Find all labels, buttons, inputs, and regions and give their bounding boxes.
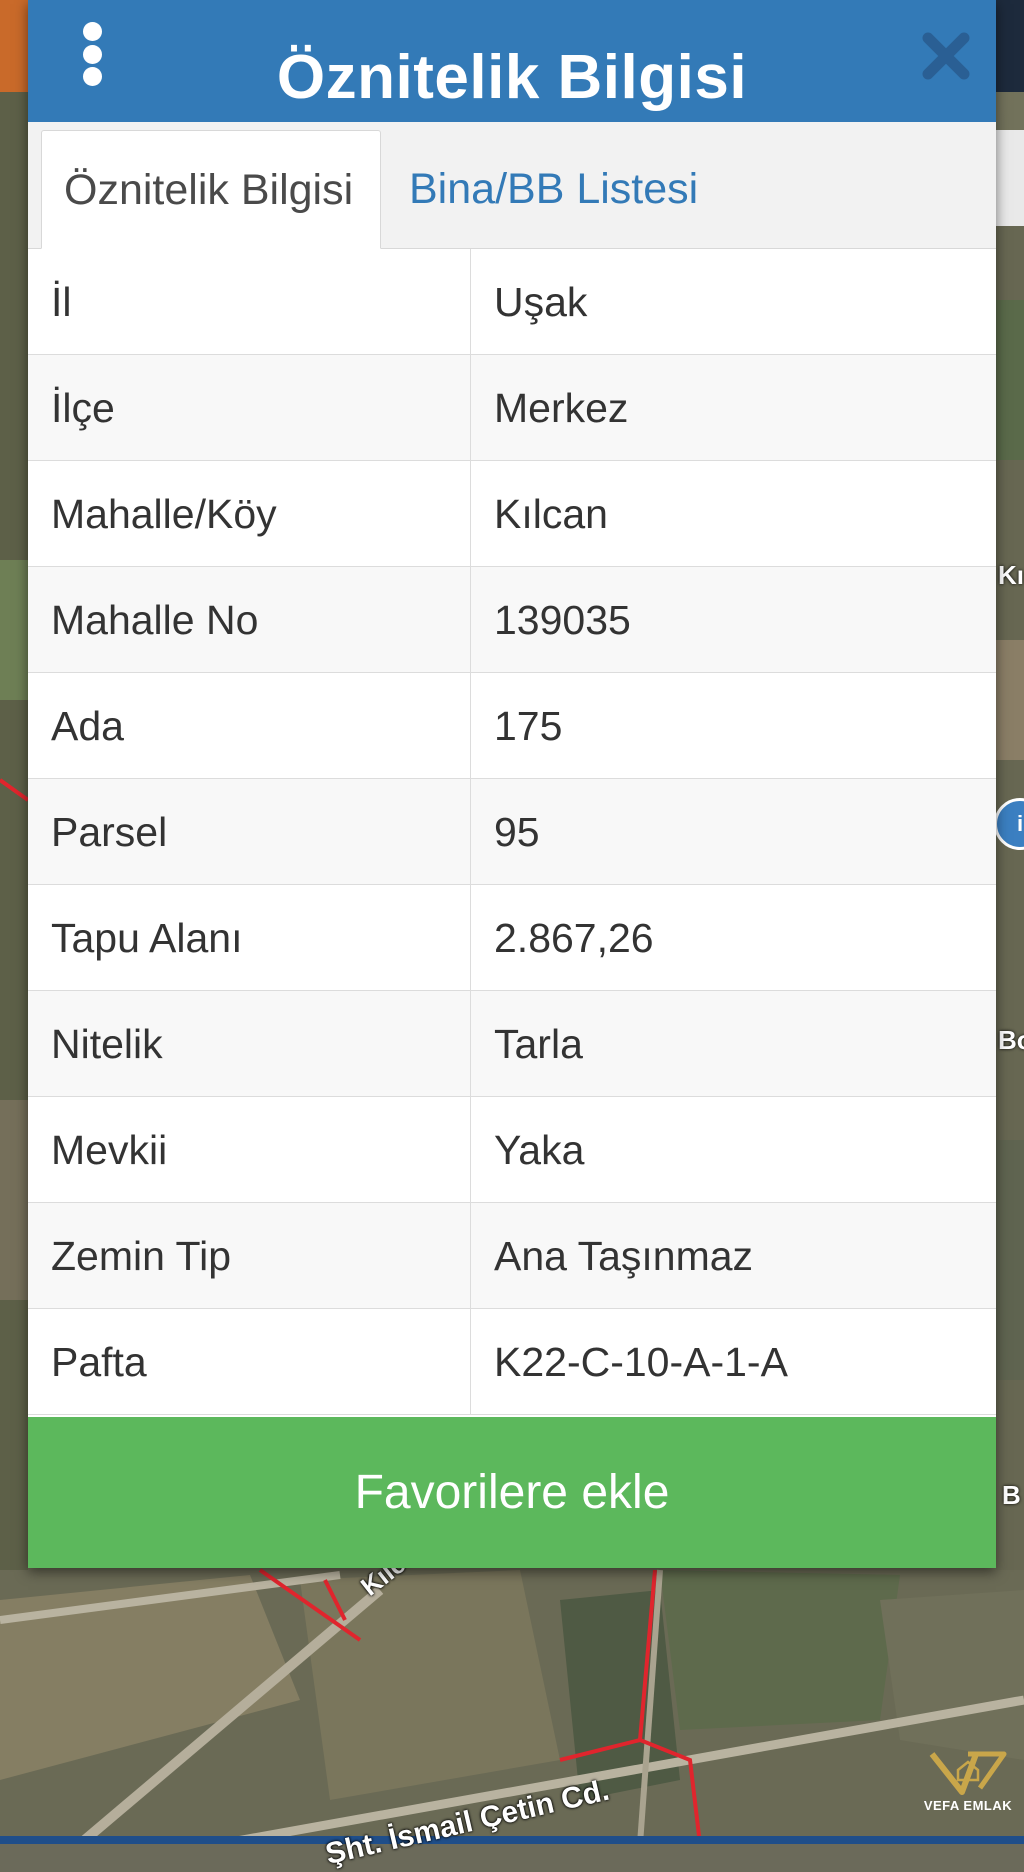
close-icon[interactable] [920,30,972,82]
table-row: Mahalle/Köy Kılcan [28,461,996,567]
row-label: Mahalle No [28,567,471,672]
table-row: Mevkii Yaka [28,1097,996,1203]
map-place-label: B [1002,1480,1021,1510]
vefa-emlak-watermark: VEFA EMLAK [918,1748,1018,1838]
row-label: Zemin Tip [28,1203,471,1308]
row-value: Ana Taşınmaz [494,1233,754,1279]
add-to-favorites-button[interactable]: Favorilere ekle [28,1417,996,1568]
row-value: K22-C-10-A-1-A [494,1339,788,1385]
row-label: Pafta [28,1309,471,1414]
map-control-edge[interactable] [996,130,1024,226]
row-label: Parsel [28,779,471,884]
tab-building-list[interactable]: Bina/BB Listesi [387,130,720,248]
row-value: Tarla [494,1021,583,1067]
table-row: Parsel 95 [28,779,996,885]
row-value: Yaka [494,1127,585,1173]
attribute-info-dialog: Öznitelik Bilgisi Öznitelik Bilgisi Bina… [28,0,996,1568]
row-label: Tapu Alanı [28,885,471,990]
row-label: İlçe [28,355,471,460]
dialog-title: Öznitelik Bilgisi [276,43,748,112]
row-label: Ada [28,673,471,778]
row-value: 95 [494,809,540,855]
map-overlay-edge [0,0,28,92]
table-row: İl Uşak [28,249,996,355]
table-row: Zemin Tip Ana Taşınmaz [28,1203,996,1309]
tab-attribute-info[interactable]: Öznitelik Bilgisi [41,130,381,249]
map-place-label: Bo [998,1025,1024,1055]
map-overlay-edge [996,0,1024,92]
table-row: Nitelik Tarla [28,991,996,1097]
table-row: Tapu Alanı 2.867,26 [28,885,996,991]
table-row: Mahalle No 139035 [28,567,996,673]
watermark-text: VEFA EMLAK [923,1798,1013,1813]
table-row: Pafta K22-C-10-A-1-A [28,1309,996,1415]
row-value: Uşak [494,279,588,325]
dialog-header: Öznitelik Bilgisi [28,0,996,122]
row-label: Nitelik [28,991,471,1096]
vefa-emlak-logo-icon [929,1751,1007,1795]
tab-bar: Öznitelik Bilgisi Bina/BB Listesi [28,122,996,249]
row-value: Merkez [494,385,629,431]
row-value: Kılcan [494,491,608,537]
row-value: 2.867,26 [494,915,654,961]
row-label: Mevkii [28,1097,471,1202]
table-row: Ada 175 [28,673,996,779]
attribute-table: İl Uşak İlçe Merkez Mahalle/Köy Kılcan M… [28,249,996,1415]
row-value: 175 [494,703,563,749]
table-row: İlçe Merkez [28,355,996,461]
map-place-label: Kı [998,560,1024,590]
row-label: İl [28,249,471,354]
row-value: 139035 [494,597,631,643]
row-label: Mahalle/Köy [28,461,471,566]
